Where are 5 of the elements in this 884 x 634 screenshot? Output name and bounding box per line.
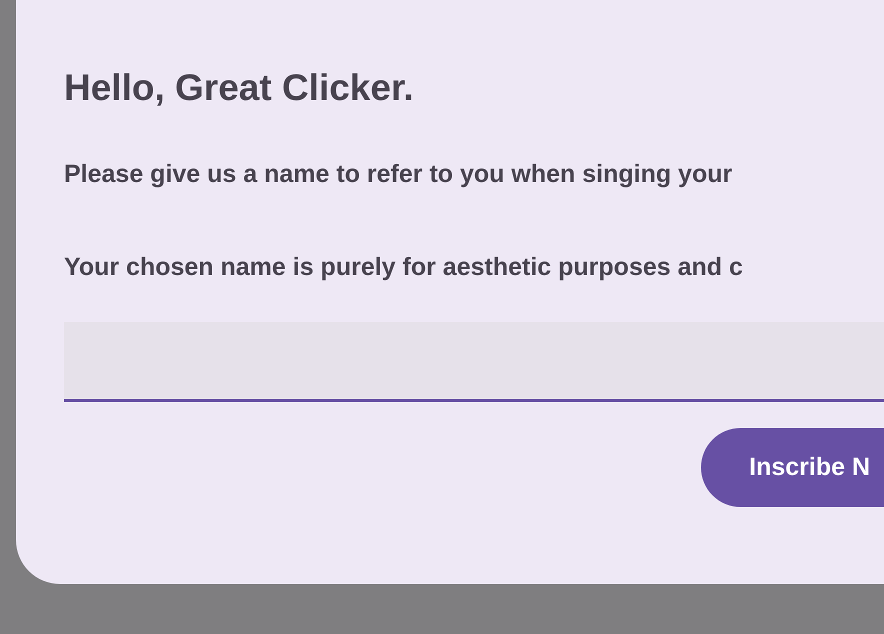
name-input-field[interactable] (64, 322, 884, 402)
inscribe-name-button[interactable]: Inscribe N (701, 428, 884, 507)
dialog-title: Hello, Great Clicker. (64, 66, 415, 110)
dialog-text: Your chosen name is purely for aesthetic purposes and c (64, 252, 744, 283)
dialog-text: Please give us a name to refer to you when singing your (64, 159, 734, 190)
